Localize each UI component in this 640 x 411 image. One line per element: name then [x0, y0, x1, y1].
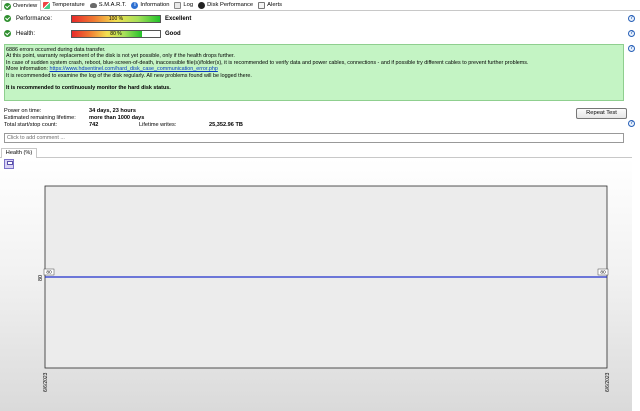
performance-label: Performance:	[16, 15, 53, 22]
repeat-test-button[interactable]: Repeat Test	[576, 108, 627, 119]
performance-row: Performance: 100 % Excellent	[4, 14, 191, 23]
message-line: It is recommended to examine the log of …	[6, 72, 252, 79]
data-label: 80	[46, 270, 52, 276]
tab-label: S.M.A.R.T.	[98, 2, 127, 8]
performance-help-icon[interactable]: ?	[628, 15, 635, 22]
data-label: 80	[600, 270, 606, 276]
health-row: Health: 80 % Good	[4, 29, 181, 38]
thermometer-icon	[43, 1, 51, 9]
performance-rating: Excellent	[165, 15, 192, 22]
x-tick-label: 6/6/2023	[605, 372, 611, 392]
start-stop-value: 742	[89, 122, 99, 128]
status-message-box: 6886 errors occurred during data transfe…	[4, 44, 624, 101]
more-info-label: More information:	[6, 66, 50, 73]
log-icon	[174, 1, 182, 9]
check-icon	[4, 15, 11, 22]
remaining-lifetime-value: more than 1000 days	[89, 115, 145, 121]
tab-smart[interactable]: S.M.A.R.T.	[88, 0, 130, 10]
smart-icon	[89, 2, 97, 8]
tab-label: Information	[140, 2, 170, 8]
health-rating: Good	[165, 30, 181, 37]
tab-alerts[interactable]: Alerts	[256, 0, 285, 10]
performance-bar: 100 %	[71, 14, 161, 23]
recommendation-text: It is recommended to continuously monito…	[6, 85, 171, 92]
tab-bar: Overview Temperature S.M.A.R.T. i Informa…	[0, 0, 640, 11]
tab-log[interactable]: Log	[172, 0, 196, 10]
info-icon: i	[131, 1, 139, 9]
message-help-icon[interactable]: ?	[628, 45, 635, 52]
x-tick-label: 6/6/2023	[43, 372, 49, 392]
more-info-link[interactable]: https://www.hdsentinel.com/hard_disk_cas…	[49, 66, 217, 72]
tab-information[interactable]: i Information	[129, 0, 172, 10]
start-stop-label: Total start/stop count:	[4, 122, 58, 128]
tab-temperature[interactable]: Temperature	[41, 0, 88, 10]
health-help-icon[interactable]: ?	[628, 30, 635, 37]
lifetime-writes-value: 25,352.96 TB	[209, 122, 243, 128]
tab-label: Alerts	[267, 2, 282, 8]
power-on-label: Power on time:	[4, 108, 42, 114]
remaining-lifetime-label: Estimated remaining lifetime:	[4, 115, 76, 121]
tab-label: Temperature	[52, 2, 85, 8]
alerts-icon	[258, 1, 266, 9]
comment-input[interactable]: Click to add comment ...	[4, 133, 624, 143]
health-label: Health:	[16, 30, 36, 37]
performance-icon	[198, 1, 206, 9]
lifetime-writes-label: Lifetime writes:	[139, 122, 177, 128]
check-icon	[4, 30, 11, 37]
tab-label: Disk Performance	[207, 2, 254, 8]
check-icon	[4, 2, 11, 10]
power-on-value: 34 days, 23 hours	[89, 108, 136, 114]
tab-overview[interactable]: Overview	[1, 0, 42, 11]
health-value: 80 %	[110, 30, 122, 37]
tab-label: Log	[183, 2, 194, 8]
health-bar: 80 %	[71, 29, 161, 38]
stats-help-icon[interactable]: ?	[628, 120, 635, 127]
tab-health-chart[interactable]: Health (%)	[1, 148, 37, 158]
performance-value: 100 %	[108, 15, 124, 22]
tab-disk-performance[interactable]: Disk Performance	[196, 0, 256, 10]
health-chart: 8080 806/6/2023 6/6/2023	[38, 185, 611, 392]
tab-label: Overview	[13, 3, 38, 9]
y-tick-label: 80	[38, 275, 44, 281]
save-chart-icon[interactable]	[4, 159, 14, 169]
